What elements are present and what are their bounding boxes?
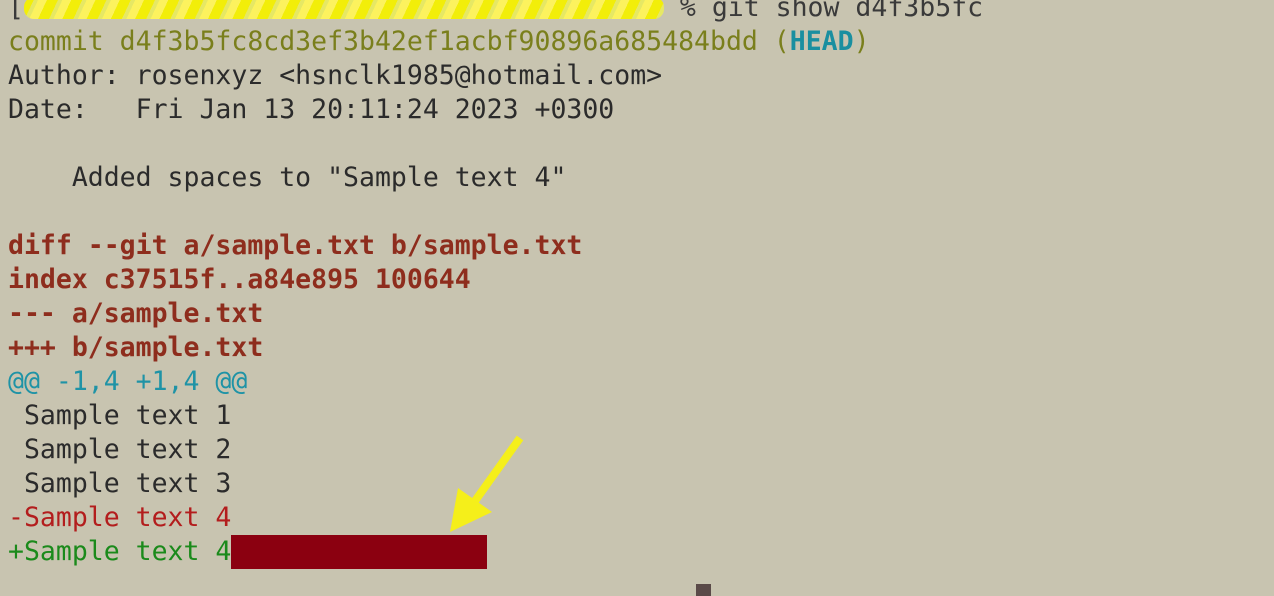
removed-line: -Sample text 4 xyxy=(8,502,232,533)
added-line: +Sample text 4 xyxy=(8,535,1274,569)
index-line: index c37515f..a84e895 100644 xyxy=(8,264,471,295)
context-line: Sample text 2 xyxy=(8,434,232,465)
redaction-scribble xyxy=(23,0,664,19)
diff-header: diff --git a/sample.txt b/sample.txt xyxy=(8,230,583,261)
file-a-line: --- a/sample.txt xyxy=(8,298,264,329)
author-line: Author: rosenxyz <hsnclk1985@hotmail.com… xyxy=(8,60,663,91)
file-b-line: +++ b/sample.txt xyxy=(8,332,264,363)
commit-line: commit d4f3b5fc8cd3ef3b42ef1acbf90896a68… xyxy=(8,25,1274,59)
context-line: Sample text 3 xyxy=(8,468,232,499)
date-line: Date: Fri Jan 13 20:11:24 2023 +0300 xyxy=(8,94,615,125)
trailing-whitespace-highlight xyxy=(231,535,488,569)
commit-close: ) xyxy=(853,26,870,57)
command-text: % git show d4f3b5fc xyxy=(663,0,984,23)
head-ref: HEAD xyxy=(789,26,854,57)
prompt-line: [ % git show d4f3b5fc xyxy=(8,0,1274,25)
commit-message: Added spaces to "Sample text 4" xyxy=(8,162,567,193)
added-text: +Sample text 4 xyxy=(8,536,232,567)
context-line: Sample text 1 xyxy=(8,400,232,431)
yellow-arrow-icon xyxy=(450,435,524,532)
hunk-header: @@ -1,4 +1,4 @@ xyxy=(8,366,248,397)
commit-hash: commit d4f3b5fc8cd3ef3b42ef1acbf90896a68… xyxy=(8,26,790,57)
terminal-cursor xyxy=(696,584,711,596)
prompt-bracket: [ xyxy=(8,0,24,23)
terminal-output[interactable]: [ % git show d4f3b5fc commit d4f3b5fc8cd… xyxy=(8,0,1274,569)
